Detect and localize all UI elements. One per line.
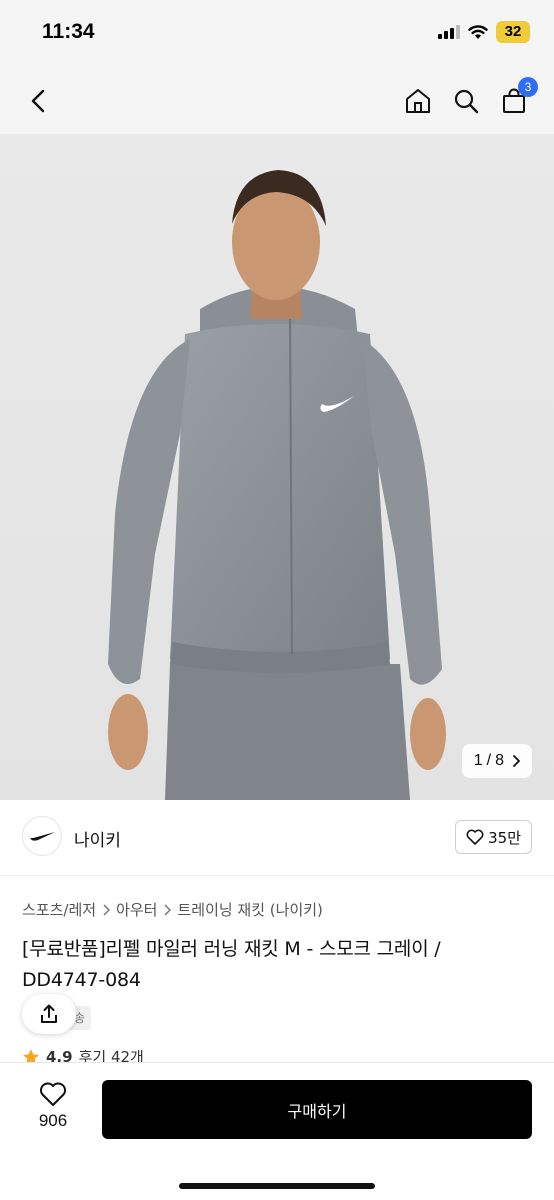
back-button[interactable] bbox=[18, 81, 58, 121]
image-counter-separator: / bbox=[486, 752, 492, 769]
chevron-right-icon bbox=[164, 903, 172, 916]
search-button[interactable] bbox=[446, 81, 486, 121]
status-icons: 32 bbox=[438, 21, 530, 43]
image-counter-button[interactable]: 1 / 8 bbox=[461, 744, 532, 778]
wifi-icon bbox=[468, 24, 488, 39]
nike-swoosh-icon bbox=[30, 832, 55, 841]
breadcrumb-item[interactable]: 아우터 bbox=[116, 899, 157, 920]
cart-count-badge: 3 bbox=[518, 77, 538, 97]
signal-icon bbox=[438, 25, 460, 39]
breadcrumb-item[interactable]: 트레이닝 재킷 (나이키) bbox=[177, 899, 322, 920]
status-time: 11:34 bbox=[42, 20, 95, 43]
status-bar: 11:34 32 bbox=[0, 0, 554, 68]
cart-button[interactable]: 3 bbox=[494, 77, 538, 121]
search-icon bbox=[454, 89, 479, 114]
share-icon bbox=[41, 1004, 57, 1023]
heart-icon bbox=[40, 1082, 66, 1106]
brand-row: 나이키 35만 bbox=[0, 800, 554, 876]
image-counter-current: 1 bbox=[473, 752, 483, 769]
product-photo bbox=[108, 170, 446, 800]
product-image[interactable]: 1 / 8 bbox=[0, 134, 554, 800]
buy-button[interactable]: 구매하기 bbox=[102, 1080, 532, 1139]
battery-indicator: 32 bbox=[496, 21, 530, 43]
brand-like-button[interactable]: 35만 bbox=[455, 820, 532, 854]
brand-name[interactable]: 나이키 bbox=[74, 826, 121, 851]
wishlist-button[interactable]: 906 bbox=[22, 1081, 84, 1141]
home-icon bbox=[406, 89, 430, 113]
brand-like-count: 35만 bbox=[488, 828, 521, 847]
breadcrumb: 스포츠/레저 아우터 트레이닝 재킷 (나이키) bbox=[22, 899, 323, 920]
heart-icon bbox=[466, 829, 484, 845]
home-button[interactable] bbox=[398, 81, 438, 121]
top-nav: 3 bbox=[0, 68, 554, 134]
share-button[interactable] bbox=[22, 994, 76, 1034]
back-chevron-icon bbox=[31, 89, 45, 113]
brand-logo[interactable] bbox=[22, 816, 62, 856]
chevron-right-icon bbox=[513, 755, 520, 767]
product-title-line: [무료반품]리펠 마일러 러닝 재킷 M - 스모크 그레이 / bbox=[22, 938, 441, 960]
wishlist-count: 906 bbox=[38, 1111, 68, 1130]
chevron-right-icon bbox=[103, 903, 111, 916]
breadcrumb-item[interactable]: 스포츠/레저 bbox=[22, 899, 96, 920]
product-title-line: DD4747-084 bbox=[22, 969, 141, 991]
product-title: [무료반품]리펠 마일러 러닝 재킷 M - 스모크 그레이 / DD4747-… bbox=[22, 934, 542, 996]
bottom-action-bar: 906 구매하기 bbox=[0, 1062, 554, 1200]
image-counter-total: 8 bbox=[495, 752, 504, 769]
home-indicator bbox=[179, 1183, 375, 1189]
